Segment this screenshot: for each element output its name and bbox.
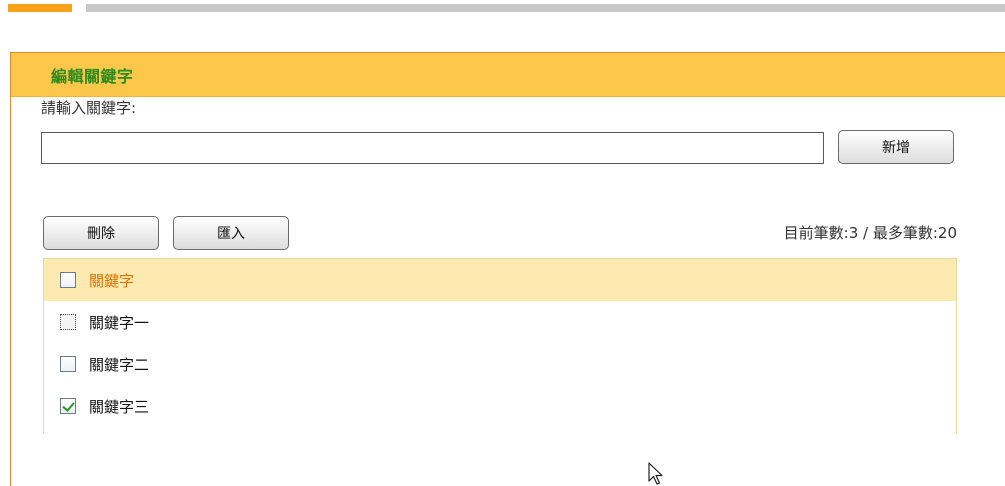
keyword-list: 關鍵字 關鍵字一 關鍵字二 關鍵字三 (43, 258, 957, 434)
keyword-label: 關鍵字一 (89, 313, 150, 332)
top-tab-strip (0, 0, 1005, 14)
tab-strip-divider (86, 4, 1005, 12)
mouse-pointer-icon (648, 462, 663, 485)
import-button[interactable]: 匯入 (173, 216, 289, 250)
add-button[interactable]: 新增 (838, 130, 954, 164)
keyword-label: 關鍵字二 (89, 355, 150, 374)
keyword-checkbox[interactable] (60, 398, 76, 414)
keyword-label: 關鍵字 (89, 271, 135, 290)
panel-title: 編輯關鍵字 (51, 66, 134, 86)
panel-header: 編輯關鍵字 (11, 53, 1005, 97)
list-item[interactable]: 關鍵字一 (44, 301, 956, 343)
keyword-checkbox[interactable] (60, 272, 76, 288)
list-item[interactable]: 關鍵字二 (44, 343, 956, 385)
keyword-checkbox[interactable] (60, 314, 76, 330)
keyword-checkbox[interactable] (60, 356, 76, 372)
keyword-label: 關鍵字三 (89, 397, 150, 416)
active-tab-indicator (8, 4, 72, 12)
keyword-prompt-label: 請輸入關鍵字: (41, 99, 137, 117)
list-item[interactable]: 關鍵字 (44, 259, 956, 301)
record-count: 目前筆數:3 / 最多筆數:20 (783, 224, 957, 242)
keyword-input[interactable] (41, 132, 824, 164)
delete-button[interactable]: 刪除 (43, 216, 159, 250)
list-item[interactable]: 關鍵字三 (44, 385, 956, 427)
